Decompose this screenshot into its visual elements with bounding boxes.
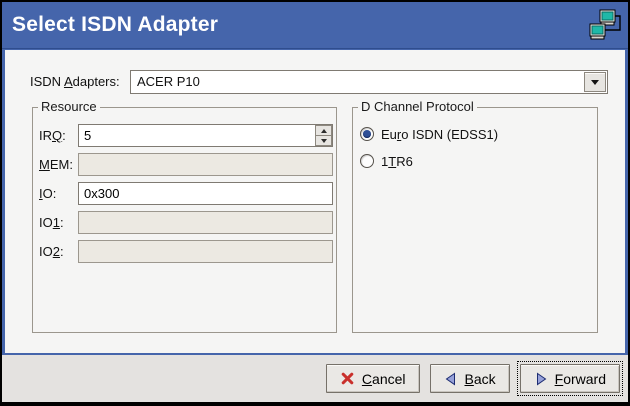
radio-euro-isdn-label: Euro ISDN (EDSS1) bbox=[381, 127, 498, 142]
resource-frame-title: Resource bbox=[38, 99, 100, 115]
back-button-label: Back bbox=[465, 371, 496, 387]
mem-input bbox=[78, 153, 333, 176]
radio-1tr6[interactable]: 1TR6 bbox=[360, 152, 413, 170]
combo-dropdown-button[interactable] bbox=[584, 72, 606, 92]
chevron-down-icon bbox=[321, 139, 327, 143]
d-channel-protocol-frame: D Channel Protocol Euro ISDN (EDSS1) 1TR… bbox=[352, 107, 598, 333]
forward-button[interactable]: Forward bbox=[520, 364, 620, 393]
irq-spinbutton bbox=[78, 124, 333, 147]
cancel-x-icon bbox=[340, 371, 355, 386]
forward-button-focus-ring: Forward bbox=[517, 361, 623, 396]
cancel-button-label: Cancel bbox=[362, 371, 406, 387]
dialog-chrome: Select ISDN Adapter ISDN Adapters: bbox=[2, 2, 628, 402]
isdn-adapter-combobox[interactable]: ACER P10 bbox=[130, 70, 608, 94]
protocol-frame-title: D Channel Protocol bbox=[358, 99, 477, 115]
radio-1tr6-label: 1TR6 bbox=[381, 154, 413, 169]
io-label: IO: bbox=[39, 182, 56, 205]
back-button[interactable]: Back bbox=[430, 364, 510, 393]
radio-selected-dot bbox=[363, 130, 371, 138]
io2-input bbox=[78, 240, 333, 263]
irq-spin-controls bbox=[315, 125, 332, 146]
resource-frame: Resource IRQ: MEM: IO: IO1: IO2: bbox=[32, 107, 337, 333]
dialog-title: Select ISDN Adapter bbox=[12, 2, 218, 48]
forward-button-label: Forward bbox=[555, 371, 606, 387]
dialog-content: ISDN Adapters: ACER P10 Resource IRQ: bbox=[5, 50, 625, 353]
irq-input[interactable] bbox=[78, 124, 333, 147]
radio-euro-isdn[interactable]: Euro ISDN (EDSS1) bbox=[360, 125, 498, 143]
mem-label: MEM: bbox=[39, 153, 73, 176]
dialog-window: Select ISDN Adapter ISDN Adapters: bbox=[0, 0, 630, 406]
radio-button-icon bbox=[360, 154, 374, 168]
radio-selected-dot bbox=[363, 157, 371, 165]
spin-up-button[interactable] bbox=[315, 125, 332, 136]
chevron-down-icon bbox=[591, 80, 599, 85]
cancel-button[interactable]: Cancel bbox=[326, 364, 420, 393]
combo-selected-value: ACER P10 bbox=[131, 71, 583, 93]
button-bar: Cancel Back bbox=[2, 355, 628, 402]
io-input[interactable] bbox=[78, 182, 333, 205]
spin-down-button[interactable] bbox=[315, 136, 332, 146]
irq-label: IRQ: bbox=[39, 124, 66, 147]
arrow-left-icon bbox=[444, 372, 458, 386]
io1-input bbox=[78, 211, 333, 234]
io2-label: IO2: bbox=[39, 240, 64, 263]
arrow-right-icon bbox=[534, 372, 548, 386]
io1-label: IO1: bbox=[39, 211, 64, 234]
isdn-adapters-label: ISDN Adapters: bbox=[30, 70, 120, 94]
radio-button-icon bbox=[360, 127, 374, 141]
network-computers-icon bbox=[587, 7, 623, 43]
chevron-up-icon bbox=[321, 129, 327, 133]
titlebar: Select ISDN Adapter bbox=[2, 2, 628, 49]
